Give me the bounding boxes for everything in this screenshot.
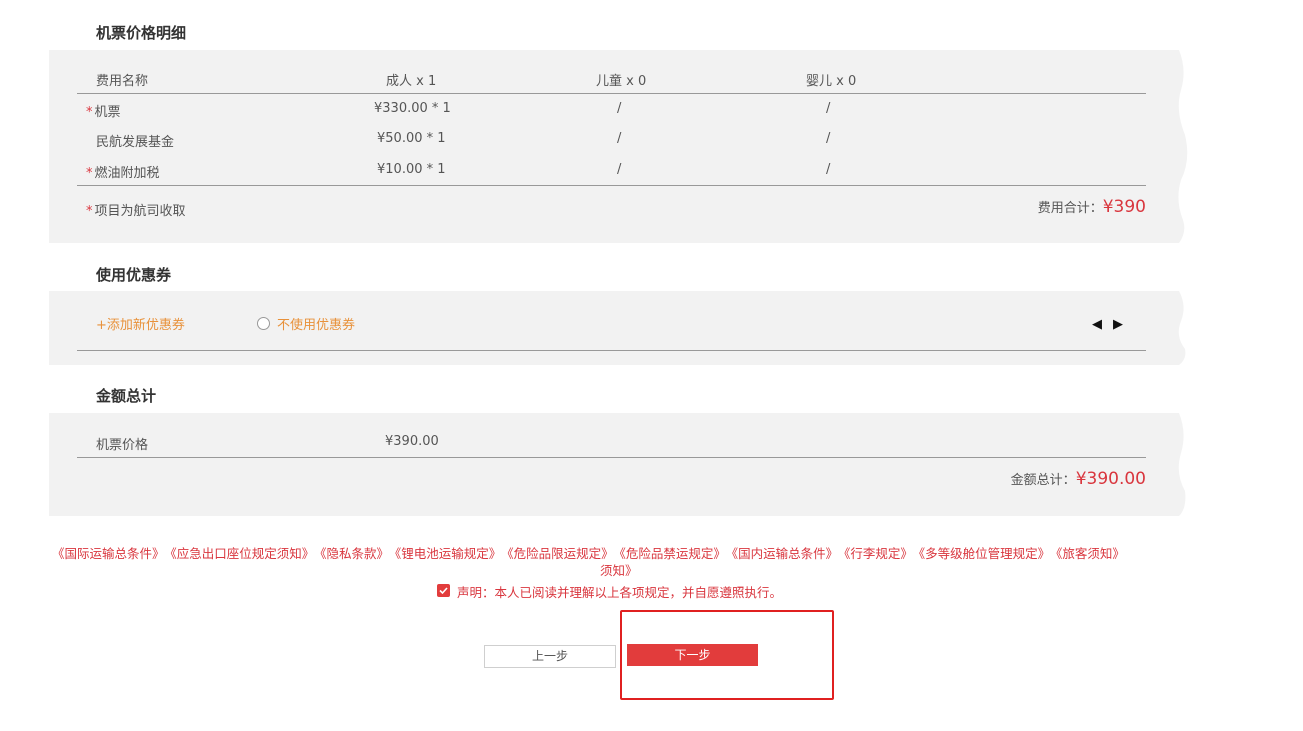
link-lithium-battery[interactable]: 《锂电池运输规定》 bbox=[395, 546, 501, 561]
total-divider bbox=[77, 457, 1146, 458]
coupon-next-arrow[interactable]: ▶ bbox=[1113, 317, 1123, 332]
link-privacy[interactable]: 《隐私条款》 bbox=[320, 546, 389, 561]
note-text: 项目为航司收取 bbox=[94, 204, 186, 219]
fee-name: 民航发展基金 bbox=[96, 135, 175, 150]
subtotal-value: ¥390 bbox=[1102, 197, 1146, 217]
link-dangerous-prohibited[interactable]: 《危险品禁运规定》 bbox=[620, 546, 726, 561]
links-wrap-text[interactable]: 须知》 bbox=[600, 560, 638, 579]
header-fee-name: 费用名称 bbox=[96, 74, 149, 89]
link-international-conditions[interactable]: 《国际运输总条件》 bbox=[52, 546, 165, 561]
link-passenger-notice[interactable]: 《旅客须知》 bbox=[1056, 546, 1125, 561]
header-divider bbox=[77, 93, 1146, 94]
link-domestic-conditions[interactable]: 《国内运输总条件》 bbox=[732, 546, 838, 561]
adult-price: ¥50.00 * 1 bbox=[377, 131, 446, 146]
prev-step-button[interactable]: 上一步 bbox=[484, 645, 616, 668]
ticket-price-label: 机票价格 bbox=[96, 438, 149, 453]
grand-total-value: ¥390.00 bbox=[1075, 469, 1146, 489]
grand-total-label: 金额总计： bbox=[1010, 473, 1076, 488]
torn-edge-decoration bbox=[1173, 291, 1186, 365]
total-title: 金额总计 bbox=[96, 387, 157, 405]
required-star: * bbox=[86, 204, 93, 219]
ticket-price-value: ¥390.00 bbox=[385, 434, 439, 449]
link-cabin-class[interactable]: 《多等级舱位管理规定》 bbox=[919, 546, 1050, 561]
airline-note: * 项目为航司收取 bbox=[86, 200, 186, 219]
adult-price: ¥10.00 * 1 bbox=[377, 162, 446, 177]
declaration-text: 声明：本人已阅读并理解以上各项规定，并自愿遵照执行。 bbox=[457, 585, 783, 600]
adult-price: ¥330.00 * 1 bbox=[374, 101, 451, 116]
add-coupon-link[interactable]: +添加新优惠券 bbox=[96, 314, 185, 333]
coupon-panel: +添加新优惠券 不使用优惠券 ◀ ▶ bbox=[49, 291, 1186, 365]
link-baggage[interactable]: 《行李规定》 bbox=[844, 546, 913, 561]
fee-name: 机票 bbox=[94, 105, 121, 120]
coupon-title: 使用优惠券 bbox=[96, 266, 172, 284]
subtotal: 费用合计：¥390 bbox=[1038, 197, 1146, 217]
required-star: * bbox=[86, 166, 93, 181]
price-detail-panel: 费用名称 成人 x 1 儿童 x 0 婴儿 x 0 * 机票 ¥330.00 * … bbox=[49, 50, 1188, 243]
regulation-links: 《国际运输总条件》 《应急出口座位规定须知》 《隐私条款》 《锂电池运输规定》 《危险品… bbox=[0, 543, 1303, 563]
link-dangerous-limited[interactable]: 《危险品限运规定》 bbox=[507, 546, 613, 561]
grand-total: 金额总计：¥390.00 bbox=[1011, 469, 1146, 489]
table-row: 民航发展基金 bbox=[96, 131, 174, 150]
infant-price: / bbox=[826, 131, 831, 146]
torn-edge-decoration bbox=[1173, 413, 1186, 516]
infant-price: / bbox=[826, 162, 831, 177]
coupon-divider bbox=[77, 350, 1146, 351]
fee-name: 燃油附加税 bbox=[94, 166, 160, 181]
infant-price: / bbox=[826, 101, 831, 116]
total-panel: 机票价格 ¥390.00 金额总计：¥390.00 bbox=[49, 413, 1186, 516]
subtotal-label: 费用合计： bbox=[1037, 201, 1103, 216]
no-coupon-radio[interactable] bbox=[257, 317, 270, 330]
declaration-checkbox[interactable] bbox=[437, 584, 450, 597]
header-infant: 婴儿 x 0 bbox=[806, 74, 857, 89]
child-price: / bbox=[617, 162, 622, 177]
torn-edge-decoration bbox=[1173, 50, 1188, 243]
no-coupon-label[interactable]: 不使用优惠券 bbox=[277, 314, 355, 333]
table-row: * 机票 bbox=[86, 101, 121, 120]
price-detail-title: 机票价格明细 bbox=[96, 24, 187, 42]
header-adult: 成人 x 1 bbox=[386, 74, 437, 89]
header-child: 儿童 x 0 bbox=[596, 74, 647, 89]
check-icon bbox=[439, 587, 448, 595]
child-price: / bbox=[617, 101, 622, 116]
highlight-box bbox=[620, 610, 834, 700]
child-price: / bbox=[617, 131, 622, 146]
coupon-prev-arrow[interactable]: ◀ bbox=[1092, 317, 1102, 332]
link-emergency-exit[interactable]: 《应急出口座位规定须知》 bbox=[171, 546, 315, 561]
table-row: * 燃油附加税 bbox=[86, 162, 160, 181]
required-star: * bbox=[86, 105, 93, 120]
rows-divider bbox=[77, 185, 1146, 186]
